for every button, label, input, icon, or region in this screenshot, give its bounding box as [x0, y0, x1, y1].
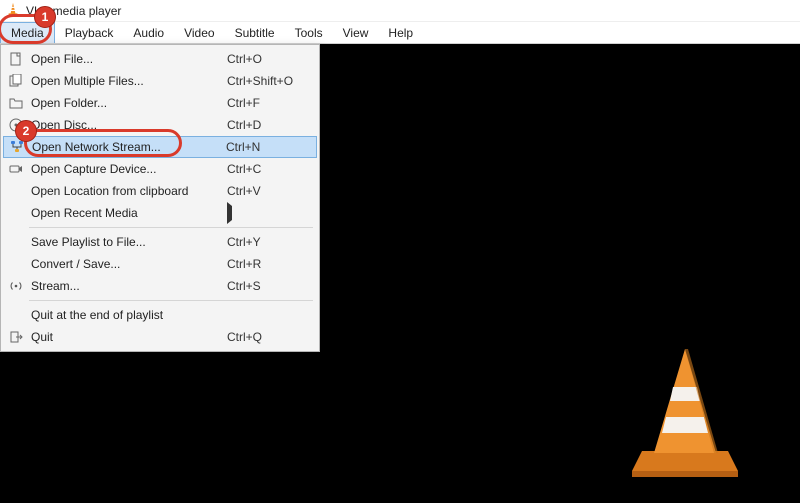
annotation-number-1: 1: [34, 6, 56, 28]
menu-item-label: Quit at the end of playlist: [27, 308, 227, 322]
menu-item-label: Open Multiple Files...: [27, 74, 227, 88]
menu-quit-end-playlist[interactable]: Quit at the end of playlist: [3, 304, 317, 326]
menu-item-label: Open Location from clipboard: [27, 184, 227, 198]
folder-icon: [5, 96, 27, 110]
menu-open-multiple-files[interactable]: Open Multiple Files... Ctrl+Shift+O: [3, 70, 317, 92]
menu-item-label: Quit: [27, 330, 227, 344]
menu-open-location-clipboard[interactable]: Open Location from clipboard Ctrl+V: [3, 180, 317, 202]
menu-item-shortcut: Ctrl+C: [227, 162, 311, 176]
menu-item-shortcut: Ctrl+F: [227, 96, 311, 110]
media-menu-dropdown: Open File... Ctrl+O Open Multiple Files.…: [0, 44, 320, 352]
menu-item-shortcut: Ctrl+S: [227, 279, 311, 293]
menu-bar: Media Playback Audio Video Subtitle Tool…: [0, 22, 800, 44]
menu-item-shortcut: Ctrl+Y: [227, 235, 311, 249]
menu-item-label: Open Network Stream...: [28, 140, 226, 154]
menu-video[interactable]: Video: [174, 22, 224, 43]
menu-open-disc[interactable]: Open Disc... Ctrl+D: [3, 114, 317, 136]
menu-item-label: Open Recent Media: [27, 206, 227, 220]
menu-item-shortcut: Ctrl+Shift+O: [227, 74, 311, 88]
menu-open-folder[interactable]: Open Folder... Ctrl+F: [3, 92, 317, 114]
menu-item-shortcut: Ctrl+O: [227, 52, 311, 66]
menu-item-shortcut: Ctrl+D: [227, 118, 311, 132]
annotation-number-2: 2: [15, 120, 37, 142]
capture-icon: [5, 162, 27, 176]
menu-item-label: Stream...: [27, 279, 227, 293]
menu-item-label: Open Disc...: [27, 118, 227, 132]
menu-stream[interactable]: Stream... Ctrl+S: [3, 275, 317, 297]
quit-icon: [5, 330, 27, 344]
menu-view[interactable]: View: [333, 22, 379, 43]
menu-item-label: Save Playlist to File...: [27, 235, 227, 249]
menu-item-label: Open Capture Device...: [27, 162, 227, 176]
menu-item-label: Open Folder...: [27, 96, 227, 110]
file-icon: [5, 52, 27, 66]
menu-item-label: Open File...: [27, 52, 227, 66]
vlc-logo: [620, 343, 750, 483]
menu-open-recent-media[interactable]: Open Recent Media: [3, 202, 317, 224]
submenu-arrow-icon: [227, 206, 311, 220]
menu-quit[interactable]: Quit Ctrl+Q: [3, 326, 317, 348]
stream-icon: [5, 279, 27, 293]
menu-tools[interactable]: Tools: [285, 22, 333, 43]
files-icon: [5, 74, 27, 88]
menu-playback[interactable]: Playback: [55, 22, 124, 43]
title-bar: VLC media player: [0, 0, 800, 22]
menu-item-shortcut: Ctrl+V: [227, 184, 311, 198]
menu-subtitle[interactable]: Subtitle: [225, 22, 285, 43]
menu-audio[interactable]: Audio: [123, 22, 174, 43]
menu-item-label: Convert / Save...: [27, 257, 227, 271]
network-icon: [6, 140, 28, 154]
vlc-cone-icon: [6, 2, 26, 19]
menu-item-shortcut: Ctrl+N: [226, 140, 310, 154]
menu-item-shortcut: Ctrl+Q: [227, 330, 311, 344]
menu-separator: [29, 227, 313, 228]
menu-separator: [29, 300, 313, 301]
menu-open-network-stream[interactable]: Open Network Stream... Ctrl+N: [3, 136, 317, 158]
menu-convert-save[interactable]: Convert / Save... Ctrl+R: [3, 253, 317, 275]
menu-save-playlist[interactable]: Save Playlist to File... Ctrl+Y: [3, 231, 317, 253]
menu-open-file[interactable]: Open File... Ctrl+O: [3, 48, 317, 70]
menu-help[interactable]: Help: [378, 22, 423, 43]
menu-item-shortcut: Ctrl+R: [227, 257, 311, 271]
menu-open-capture-device[interactable]: Open Capture Device... Ctrl+C: [3, 158, 317, 180]
